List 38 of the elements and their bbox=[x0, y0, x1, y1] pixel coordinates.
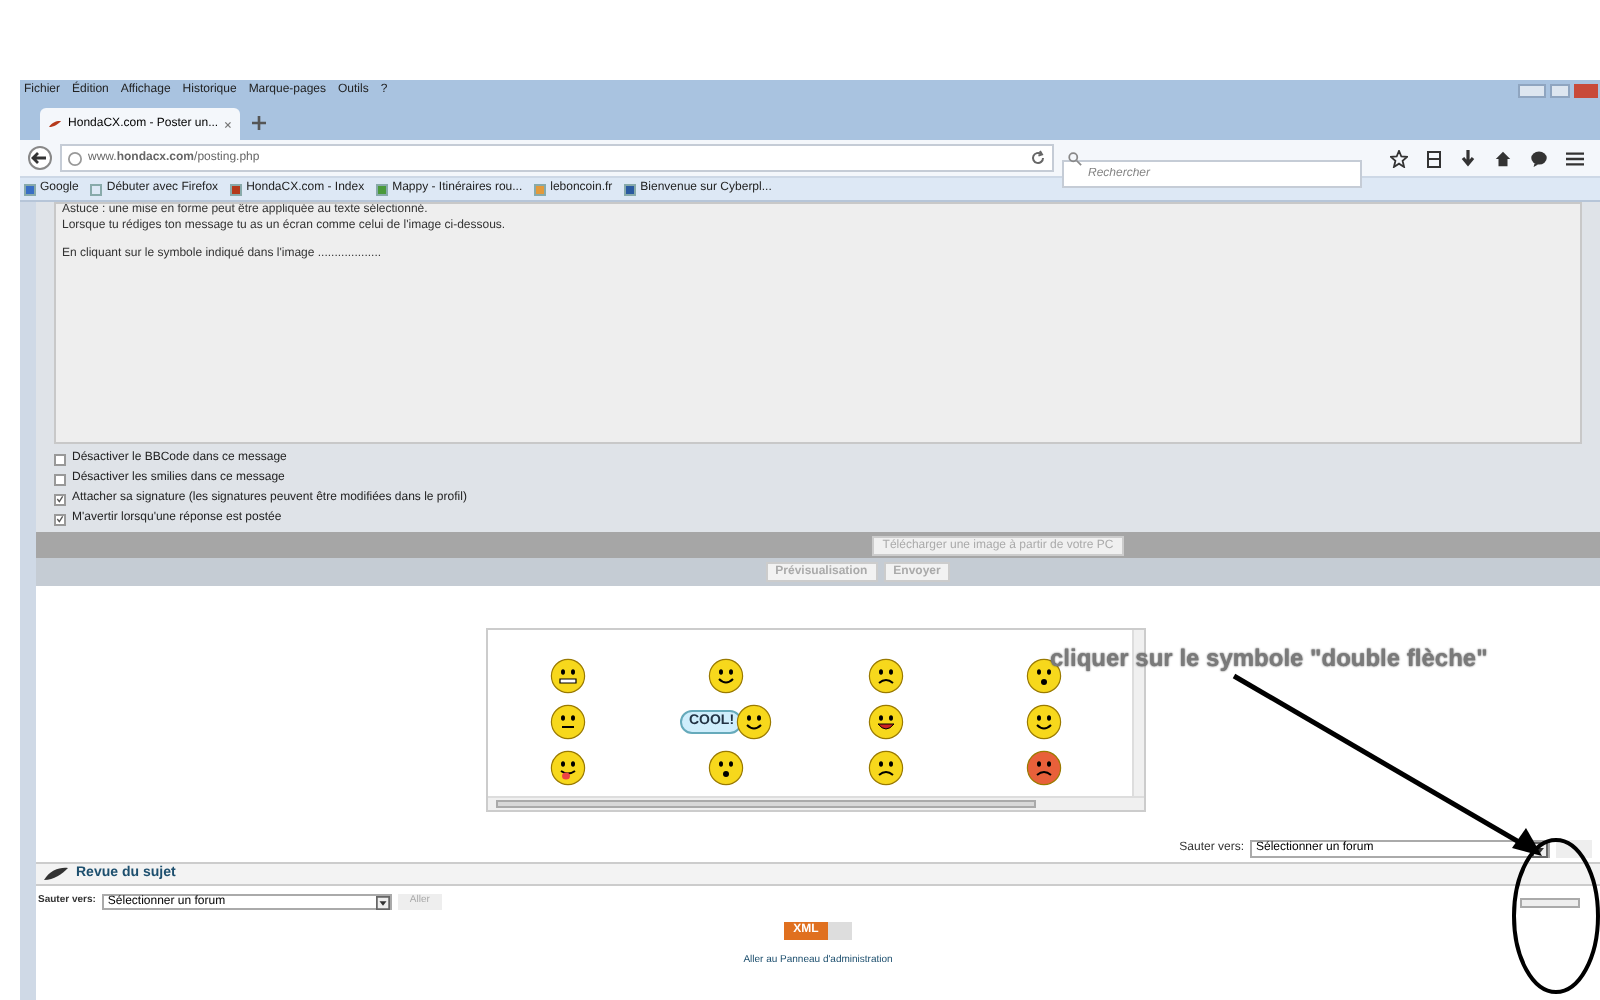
star-icon[interactable] bbox=[1390, 149, 1408, 167]
annotation-text: cliquer sur le symbole "double flèche" bbox=[1050, 642, 1488, 676]
home-icon[interactable] bbox=[1494, 149, 1512, 167]
new-tab-icon[interactable] bbox=[252, 116, 266, 130]
smiley-icon[interactable] bbox=[867, 750, 904, 786]
smiley-icon[interactable] bbox=[549, 704, 586, 740]
back-icon[interactable] bbox=[28, 146, 52, 170]
search-icon bbox=[1068, 152, 1082, 166]
smiley-icon[interactable] bbox=[867, 704, 904, 740]
dropdown-arrow-icon bbox=[375, 895, 390, 909]
close-icon[interactable] bbox=[224, 119, 232, 129]
checkbox[interactable] bbox=[54, 513, 66, 525]
smiley-icon[interactable] bbox=[549, 658, 586, 694]
horizontal-scrollbar[interactable] bbox=[488, 796, 1144, 810]
feather-icon bbox=[42, 866, 70, 882]
smiley-icon[interactable] bbox=[867, 658, 904, 694]
reload-icon[interactable] bbox=[1030, 150, 1046, 166]
bookmark-icon bbox=[624, 183, 637, 195]
bookmark-icon bbox=[90, 183, 103, 195]
smiley-icon[interactable] bbox=[1026, 704, 1063, 740]
checkbox[interactable] bbox=[54, 493, 66, 505]
smiley-icon[interactable] bbox=[736, 704, 773, 740]
smiley-icon[interactable] bbox=[708, 750, 745, 786]
clipboard-icon[interactable] bbox=[1426, 149, 1442, 167]
smiley-icon[interactable] bbox=[1026, 750, 1063, 786]
checkbox[interactable] bbox=[54, 453, 66, 465]
feather-icon bbox=[48, 118, 63, 130]
bookmark-icon bbox=[230, 183, 243, 195]
globe-icon bbox=[68, 151, 82, 165]
menu-icon[interactable] bbox=[1566, 149, 1584, 167]
checkbox[interactable] bbox=[54, 473, 66, 485]
bookmark-icon bbox=[24, 183, 36, 195]
bookmark-icon bbox=[376, 183, 389, 195]
chat-icon[interactable] bbox=[1530, 149, 1548, 167]
download-icon[interactable] bbox=[1460, 149, 1476, 167]
smiley-icon[interactable] bbox=[708, 658, 745, 694]
bookmark-icon bbox=[534, 183, 547, 195]
smiley-icon[interactable] bbox=[549, 750, 586, 786]
